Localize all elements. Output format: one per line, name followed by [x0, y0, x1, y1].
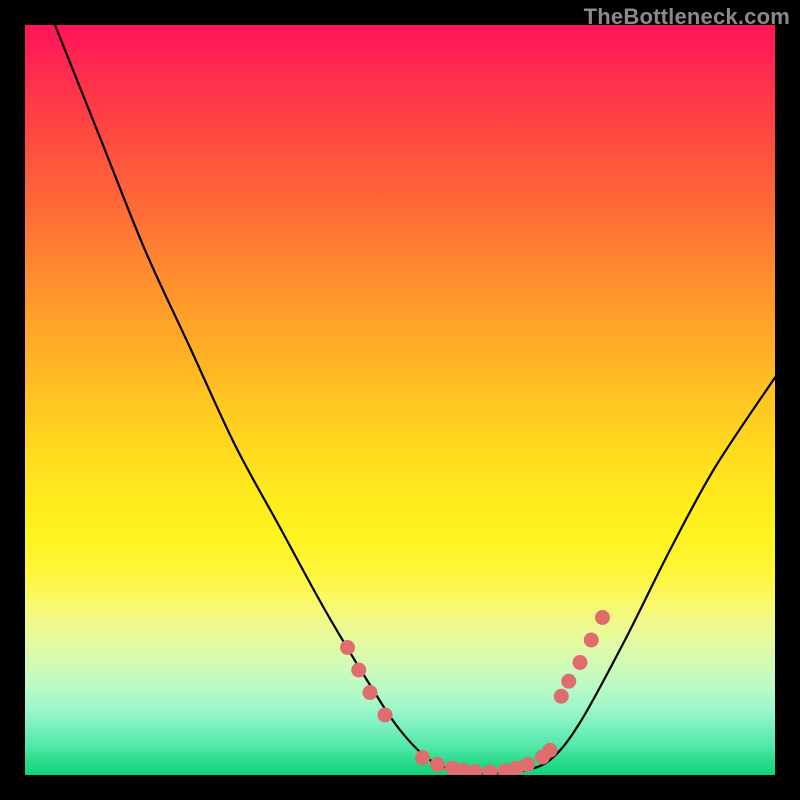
chart-stage: TheBottleneck.com — [0, 0, 800, 800]
marker-dot — [468, 764, 483, 775]
marker-dot — [595, 610, 610, 625]
marker-dot — [554, 689, 569, 704]
marker-dot — [483, 765, 498, 776]
curve-layer — [25, 25, 775, 775]
marker-dot — [561, 674, 576, 689]
marker-dot — [573, 655, 588, 670]
highlight-points — [340, 610, 610, 775]
marker-dot — [584, 633, 599, 648]
marker-dot — [415, 750, 430, 765]
marker-dot — [363, 685, 378, 700]
bottleneck-curve — [55, 25, 775, 774]
marker-dot — [340, 640, 355, 655]
marker-dot — [543, 743, 558, 758]
marker-dot — [430, 757, 445, 772]
watermark-text: TheBottleneck.com — [584, 4, 790, 30]
plot-area — [25, 25, 775, 775]
marker-dot — [378, 708, 393, 723]
marker-dot — [520, 757, 535, 772]
marker-dot — [351, 663, 366, 678]
